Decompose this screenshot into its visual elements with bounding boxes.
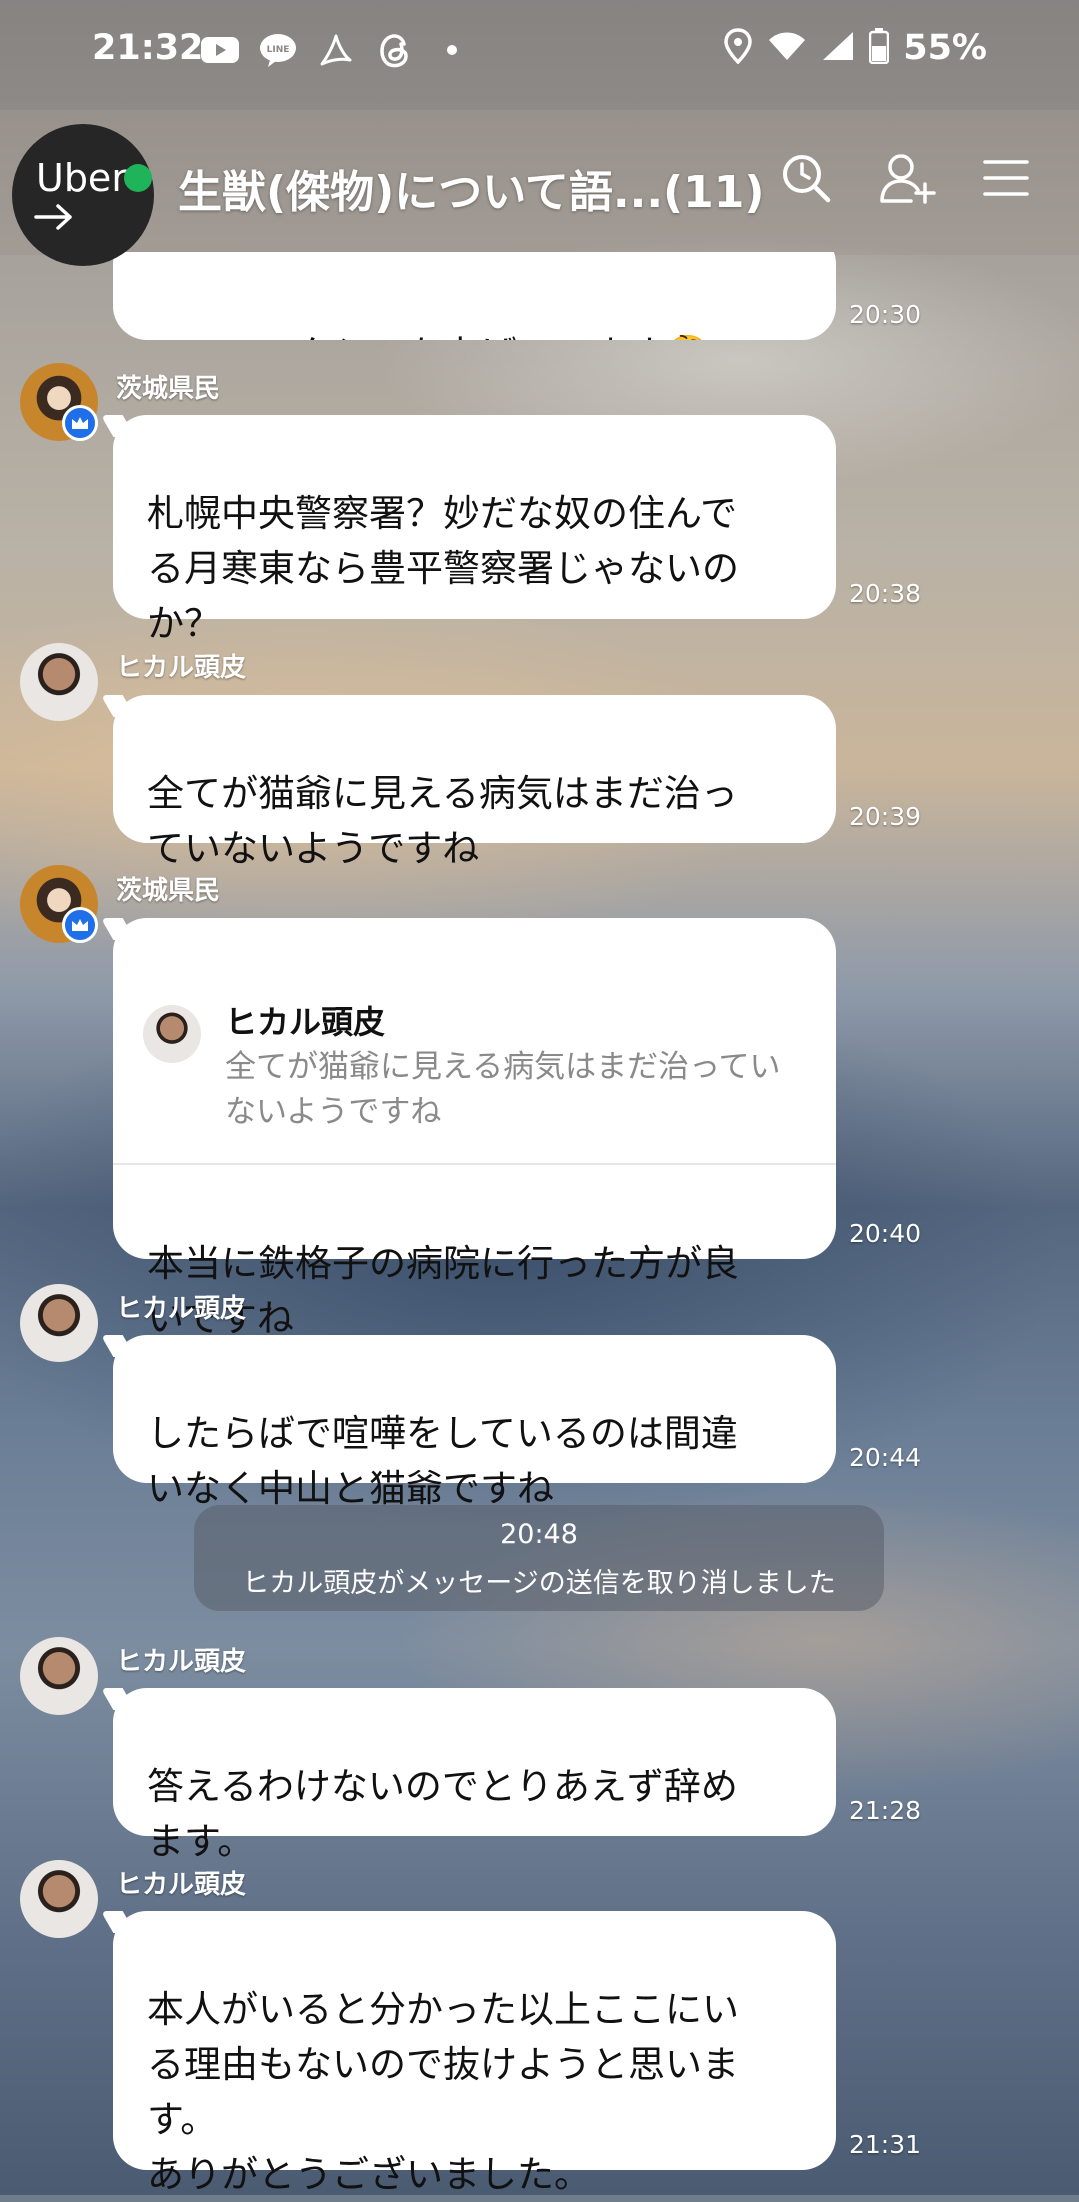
avatar-hikaru[interactable]	[20, 1637, 98, 1715]
search-icon	[780, 152, 832, 208]
sender-name: 茨城県民	[116, 374, 221, 404]
uber-status-dot	[124, 164, 152, 192]
message-bubble[interactable]: したらばで喧嘩をしているのは間違 いなく中山と猫爺ですね	[113, 1335, 836, 1510]
reply-message-bubble[interactable]: ヒカル頭皮 全てが猫爺に見える病気はまだ治ってい ないようですね 本当に鉄格子の…	[113, 918, 836, 1340]
crown-badge	[62, 405, 98, 441]
message-bubble[interactable]: 本人がいると分かった以上ここにい る理由もないので抜けようと思いま す。 ありが…	[113, 1911, 836, 2196]
arrow-right-icon	[34, 202, 74, 236]
system-message-time: 20:48	[500, 1519, 578, 1550]
sender-name: ヒカル頭皮	[116, 1647, 247, 1677]
status-bar: 21:32 LINE 55%	[0, 0, 1079, 110]
sender-name: ヒカル頭皮	[116, 1870, 247, 1900]
wifi-icon	[767, 30, 807, 66]
system-message: 20:48 ヒカル頭皮がメッセージの送信を取り消しました	[194, 1505, 884, 1611]
uber-label: Uber	[36, 156, 127, 200]
battery-icon	[868, 28, 890, 68]
sender-name: 茨城県民	[116, 876, 221, 906]
svg-text:LINE: LINE	[267, 45, 290, 55]
menu-button[interactable]	[976, 150, 1036, 210]
message-time: 20:38	[849, 579, 922, 608]
line-icon: LINE	[258, 30, 298, 70]
acrobat-icon	[316, 30, 356, 70]
youtube-icon	[200, 30, 240, 70]
message-bubble[interactable]: 札幌中央警察署？妙だな奴の住んで る月寒東なら豊平警察署じゃないの か？	[113, 415, 836, 645]
message-bubble[interactable]: 全てが猫爺に見える病気はまだ治っ ていないようですね	[113, 695, 836, 870]
crown-badge	[62, 907, 98, 943]
message-time: 20:40	[849, 1219, 922, 1248]
add-friend-button[interactable]	[878, 150, 938, 210]
message-time: 21:31	[849, 2130, 922, 2159]
quoted-message[interactable]: ヒカル頭皮 全てが猫爺に見える病気はまだ治ってい ないようですね	[113, 973, 836, 1165]
avatar-hikaru[interactable]	[20, 1860, 98, 1938]
message-text: 本人がいると分かった以上ここにい る理由もないので抜けようと思いま す。 ありが…	[147, 1988, 739, 2196]
message-time: 21:28	[849, 1796, 922, 1825]
battery-percent: 55%	[903, 28, 987, 68]
menu-icon	[983, 158, 1029, 202]
chat-title[interactable]: 生獣(傑物)について語...(11)	[178, 156, 765, 220]
message-time: 20:39	[849, 802, 922, 831]
message-time: 20:44	[849, 1443, 922, 1472]
quoted-sender: ヒカル頭皮	[225, 1003, 386, 1041]
uber-floating-bubble[interactable]: Uber	[12, 124, 154, 266]
message-time: 20:30	[849, 300, 922, 329]
quoted-text: 全てが猫爺に見える病気はまだ治ってい ないようですね	[225, 1049, 781, 1130]
quoted-avatar	[143, 1005, 201, 1063]
threads-icon	[374, 30, 414, 70]
sender-name: ヒカル頭皮	[116, 1294, 247, 1324]
message-bubble[interactable]: 答えるわけないのでとりあえず辞め ます。	[113, 1688, 836, 1863]
system-message-text: ヒカル頭皮がメッセージの送信を取り消しました	[242, 1568, 836, 1599]
location-icon	[723, 28, 753, 68]
avatar-hikaru[interactable]	[20, 643, 98, 721]
avatar-hikaru[interactable]	[20, 1284, 98, 1362]
search-button[interactable]	[776, 150, 836, 210]
add-friend-icon	[879, 152, 937, 208]
dot-icon	[432, 30, 472, 70]
status-time: 21:32	[92, 28, 204, 68]
signal-icon	[821, 30, 855, 66]
sender-name: ヒカル頭皮	[116, 653, 247, 683]
